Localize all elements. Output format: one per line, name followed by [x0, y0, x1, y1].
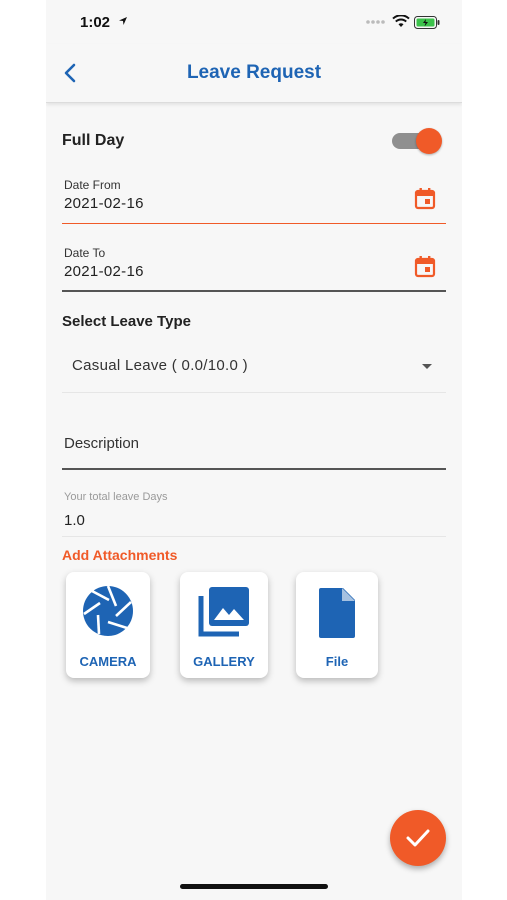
location-arrow-icon [119, 17, 127, 25]
date-from-value: 2021-02-16 [64, 195, 144, 212]
home-indicator [180, 884, 328, 889]
total-days-label: Your total leave Days [64, 491, 168, 503]
date-from-underline [62, 223, 446, 224]
add-attachments-title: Add Attachments [62, 547, 178, 563]
check-icon [406, 829, 430, 847]
camera-button[interactable]: CAMERA [66, 572, 150, 678]
date-from-label: Date From [64, 178, 121, 192]
full-day-toggle[interactable] [392, 128, 444, 154]
date-to-label: Date To [64, 246, 106, 260]
description-field[interactable]: Description [62, 420, 446, 470]
battery-icon [414, 16, 440, 29]
gallery-icon [198, 587, 249, 637]
dropdown-caret-icon [422, 364, 432, 369]
file-button[interactable]: File [296, 572, 378, 678]
app-bar: Leave Request [46, 44, 462, 103]
total-days-value: 1.0 [64, 512, 85, 529]
camera-icon [83, 585, 133, 636]
gallery-label: GALLERY [193, 654, 255, 669]
page-title: Leave Request [186, 62, 322, 83]
file-label: File [325, 654, 349, 669]
calendar-icon[interactable] [414, 187, 436, 211]
wifi-icon [392, 15, 410, 27]
camera-label: CAMERA [79, 654, 137, 669]
signal-icon [366, 20, 385, 24]
leave-request-screen: 1:02 Leave Request Full Day Date From 20… [46, 0, 462, 900]
calendar-icon[interactable] [414, 255, 436, 279]
full-day-label: Full Day [62, 132, 125, 149]
status-bar: 1:02 [46, 0, 462, 44]
date-to-underline [62, 290, 446, 292]
submit-button[interactable] [390, 810, 446, 866]
date-from-field[interactable]: Date From 2021-02-16 [62, 172, 446, 224]
date-to-field[interactable]: Date To 2021-02-16 [62, 240, 446, 292]
status-time: 1:02 [80, 14, 111, 31]
date-to-value: 2021-02-16 [64, 263, 144, 280]
leave-type-label: Select Leave Type [62, 313, 191, 330]
toggle-knob [416, 128, 442, 154]
leave-type-dropdown[interactable]: Casual Leave ( 0.0/10.0 ) [62, 340, 446, 393]
leave-type-selected: Casual Leave ( 0.0/10.0 ) [72, 357, 248, 374]
file-icon [319, 588, 355, 638]
gallery-button[interactable]: GALLERY [180, 572, 268, 678]
description-placeholder: Description [64, 435, 140, 452]
total-leave-days-field: Your total leave Days 1.0 [62, 488, 446, 537]
